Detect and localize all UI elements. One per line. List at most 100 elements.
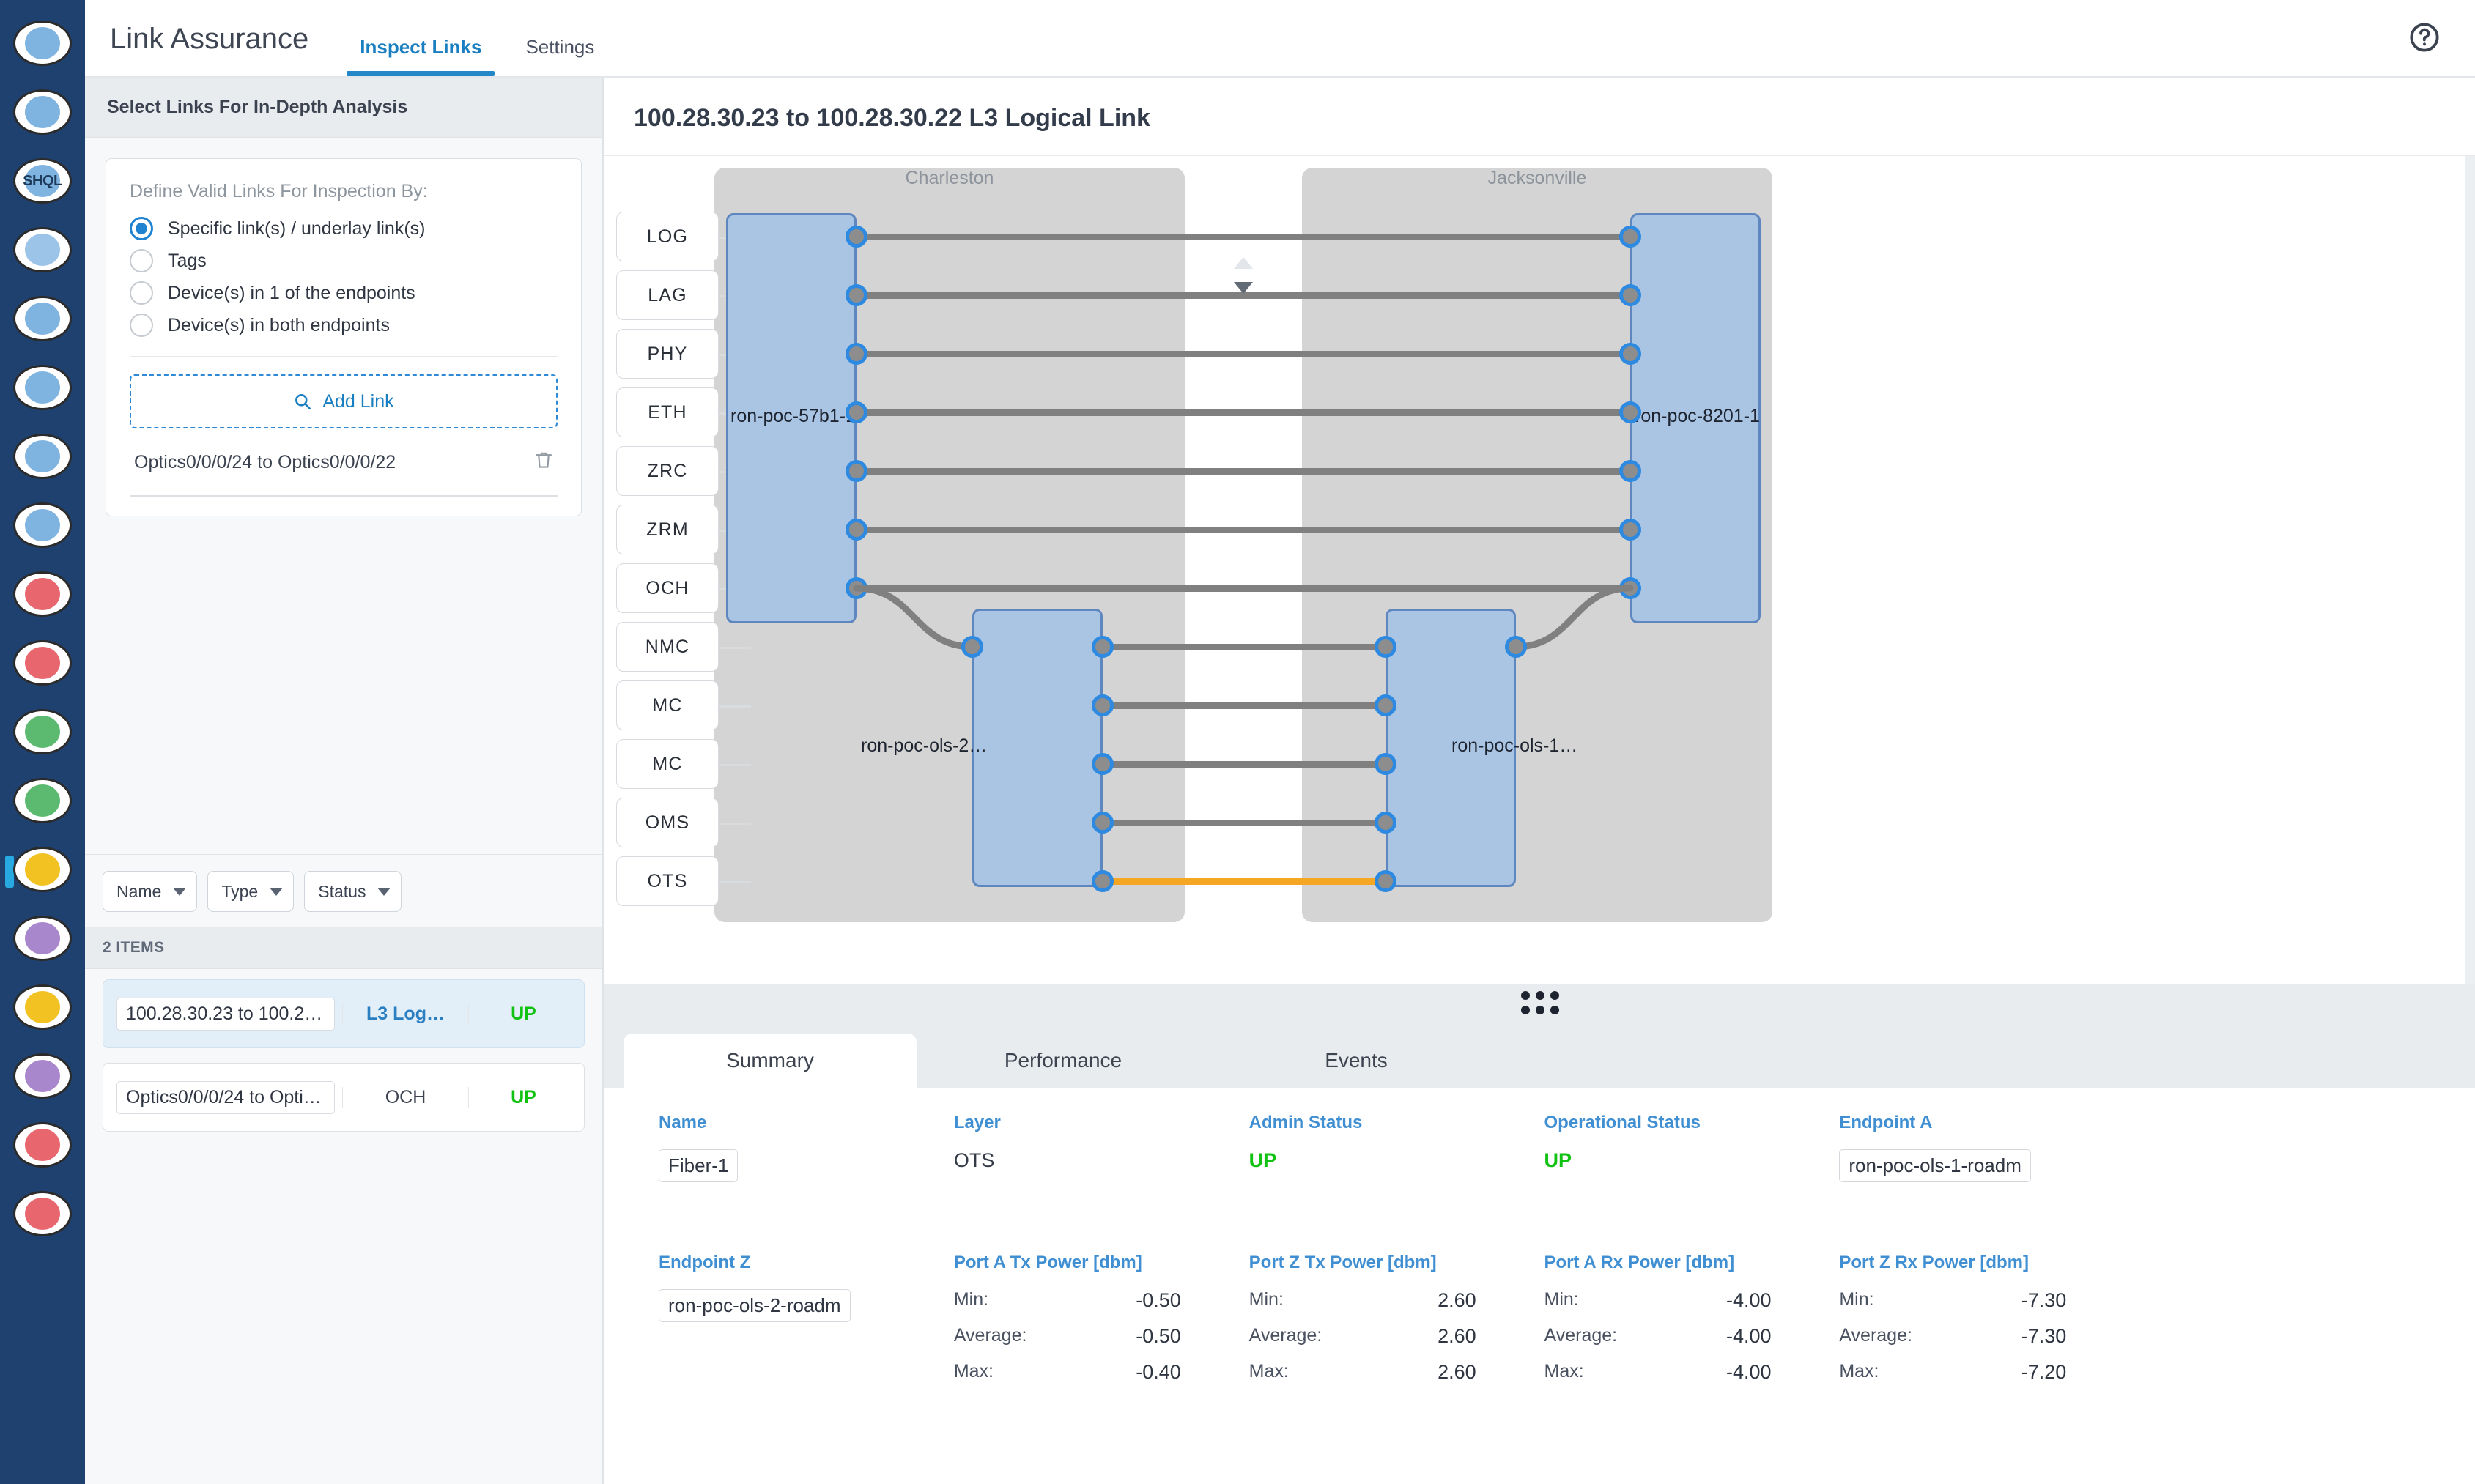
tab-events[interactable]: Events [1210,1034,1503,1088]
layer-chip-zrc-4[interactable]: ZRC [616,446,719,496]
rail-item-shql[interactable]: SHQL [8,146,77,215]
radio-button[interactable] [130,217,153,240]
link-edge-ols-row-11[interactable] [1103,878,1386,885]
layer-chip-nmc-7[interactable]: NMC [616,622,719,672]
port-right-row-4[interactable] [1619,460,1641,482]
layer-chip-mc-8[interactable]: MC [616,680,719,730]
layer-chip-phy-2[interactable]: PHY [616,329,719,379]
layer-chip-oms-10[interactable]: OMS [616,798,719,847]
rail-item-layers-stack[interactable] [8,422,77,491]
port-ols-right-row-9[interactable] [1375,753,1396,775]
layer-chip-lag-1[interactable]: LAG [616,270,719,320]
help-circle-icon[interactable] [2408,21,2441,54]
summary-field-value[interactable]: ron-poc-ols-2-roadm [659,1289,851,1322]
layer-chip-ots-11[interactable]: OTS [616,856,719,906]
port-left-row-2[interactable] [846,343,867,365]
layer-chip-och-6[interactable]: OCH [616,563,719,613]
port-left-row-4[interactable] [846,460,867,482]
port-left-row-5[interactable] [846,519,867,541]
summary-field-value[interactable]: Fiber-1 [659,1149,739,1182]
port-right-row-6[interactable] [1619,577,1641,599]
link-edge-row-6[interactable] [857,585,1630,592]
radio-button[interactable] [130,314,153,337]
chevron-up-icon[interactable] [1234,257,1253,269]
port-right-row-2[interactable] [1619,343,1641,365]
link-edge-ols-row-10[interactable] [1103,820,1386,826]
diagram-scrollbar[interactable] [2465,156,2475,984]
rail-item-triangle-topology[interactable] [8,766,77,835]
radio-button[interactable] [130,249,153,272]
port-left-row-0[interactable] [846,226,867,248]
list-item[interactable]: 100.28.30.23 to 100.28.3… L3 Log… UP [103,979,585,1048]
layer-chip-mc-9[interactable]: MC [616,739,719,789]
link-topology-diagram[interactable]: Charleston Jacksonville LOG LAG PHY ETH ZRC ZRM… [604,156,2475,984]
add-link-button[interactable]: Add Link [130,374,558,428]
trash-icon[interactable] [533,449,555,476]
rail-item-clock-dome[interactable] [8,215,77,284]
filter-status-select[interactable]: Status [304,871,402,912]
tab-settings[interactable]: Settings [512,36,607,76]
link-edge-ols-row-9[interactable] [1103,761,1386,768]
rail-item-topology-polygon[interactable] [8,353,77,422]
rail-item-pie-split[interactable] [8,78,77,146]
filter-name-select[interactable]: Name [103,871,198,912]
radio-option-2[interactable]: Device(s) in 1 of the endpoints [130,281,558,305]
port-ols-right-row-10[interactable] [1375,812,1396,834]
link-edge-row-4[interactable] [857,468,1630,475]
port-ols-left-row-11[interactable] [1092,870,1114,892]
link-edge-row-2[interactable] [857,351,1630,357]
port-right-row-3[interactable] [1619,401,1641,423]
link-edge-row-5[interactable] [857,527,1630,533]
port-ols-right-row-8[interactable] [1375,694,1396,716]
rail-item-hourglass[interactable] [8,1042,77,1110]
rail-item-trend-line[interactable] [8,491,77,560]
tab-performance[interactable]: Performance [917,1034,1210,1088]
list-item[interactable]: Optics0/0/0/24 to Optics… OCH UP [103,1063,585,1132]
layer-chip-zrm-5[interactable]: ZRM [616,505,719,554]
port-ols-left-row-8[interactable] [1092,694,1114,716]
chevron-down-icon[interactable] [1234,282,1253,294]
collapse-expand-control[interactable] [1230,257,1257,294]
rail-item-pulse-search[interactable] [8,628,77,697]
rail-item-add-coins[interactable] [8,973,77,1042]
rail-item-arrows-merge[interactable] [8,1110,77,1179]
port-ols-left-row-9[interactable] [1092,753,1114,775]
rail-item-books[interactable] [8,560,77,628]
port-ols-right-row-11[interactable] [1375,870,1396,892]
radio-option-3[interactable]: Device(s) in both endpoints [130,314,558,337]
rail-item-cross-links[interactable] [8,1179,77,1248]
layer-chip-log-0[interactable]: LOG [616,212,719,261]
filter-type-select[interactable]: Type [207,871,295,912]
port-ols-left-row-7[interactable] [1092,636,1114,658]
node-ron-poc-ols-2[interactable] [972,609,1103,887]
tab-inspect-links[interactable]: Inspect Links [347,36,495,76]
radio-button[interactable] [130,281,153,305]
layer-chip-eth-3[interactable]: ETH [616,387,719,437]
rail-item-link-assurance[interactable] [5,835,77,904]
radio-option-0[interactable]: Specific link(s) / underlay link(s) [130,217,558,240]
port-ols-left-outer[interactable] [961,636,983,658]
port-left-row-6[interactable] [846,577,867,599]
link-edge-ols-row-7[interactable] [1103,644,1386,650]
drag-dots-icon [1520,990,1559,1014]
link-edge-row-0[interactable] [857,234,1630,240]
port-left-row-3[interactable] [846,401,867,423]
port-ols-right-outer[interactable] [1505,636,1527,658]
list-item-type[interactable]: L3 Log… [342,1003,468,1025]
port-right-row-5[interactable] [1619,519,1641,541]
summary-field-value[interactable]: ron-poc-ols-1-roadm [1839,1149,2031,1182]
rail-item-network-mesh[interactable] [8,9,77,78]
rail-item-add-circle[interactable] [8,904,77,973]
port-ols-right-row-7[interactable] [1375,636,1396,658]
rail-item-report-doc[interactable] [8,697,77,766]
link-edge-ols-row-8[interactable] [1103,702,1386,709]
link-edge-row-3[interactable] [857,409,1630,416]
panel-resize-handle[interactable] [604,984,2475,1020]
port-ols-left-row-10[interactable] [1092,812,1114,834]
port-right-row-1[interactable] [1619,284,1641,306]
radio-option-1[interactable]: Tags [130,249,558,272]
tab-summary[interactable]: Summary [624,1034,917,1088]
port-right-row-0[interactable] [1619,226,1641,248]
rail-item-path-loop[interactable] [8,284,77,353]
port-left-row-1[interactable] [846,284,867,306]
